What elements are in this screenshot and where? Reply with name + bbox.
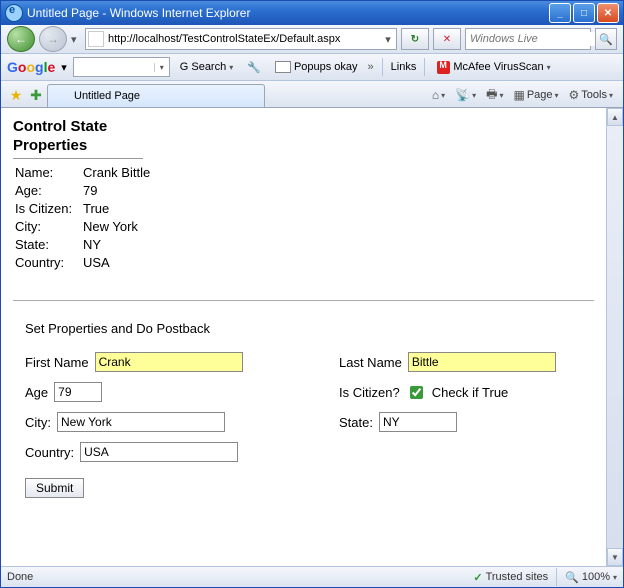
heading-properties: Properties bbox=[13, 137, 594, 154]
google-logo: Google bbox=[7, 59, 55, 75]
page-menu[interactable]: ▦Page▾ bbox=[509, 85, 562, 105]
citizen-checkbox[interactable] bbox=[410, 386, 423, 399]
submit-button[interactable]: Submit bbox=[25, 478, 84, 498]
gear-icon: ⚙ bbox=[569, 88, 580, 102]
prop-value: NY bbox=[83, 237, 101, 252]
section-divider bbox=[13, 300, 594, 301]
maximize-button[interactable]: □ bbox=[573, 3, 595, 23]
postback-form: First Name Last Name Age Is Citizen? Che… bbox=[25, 352, 594, 498]
page-content: Control State Properties Name:Crank Bitt… bbox=[1, 108, 606, 566]
title-bar: Untitled Page - Windows Internet Explore… bbox=[1, 1, 623, 25]
status-text: Done bbox=[7, 571, 33, 583]
print-button[interactable]: 🖶▾ bbox=[482, 85, 507, 105]
heading-divider bbox=[13, 158, 143, 159]
tools-menu[interactable]: ⚙Tools▾ bbox=[565, 85, 617, 105]
mcafee-button[interactable]: McAfee VirusScan ▾ bbox=[433, 57, 554, 77]
links-menu[interactable]: Links bbox=[391, 61, 417, 73]
lastname-label: Last Name bbox=[339, 355, 402, 370]
google-search-input[interactable]: ▾ bbox=[73, 57, 170, 77]
search-input[interactable] bbox=[468, 32, 615, 46]
country-label: Country: bbox=[25, 445, 74, 460]
tab-active[interactable]: Untitled Page bbox=[47, 84, 265, 107]
age-input[interactable] bbox=[54, 382, 102, 402]
search-box[interactable] bbox=[465, 28, 591, 50]
home-icon: ⌂ bbox=[432, 88, 439, 102]
ie-icon bbox=[5, 4, 23, 22]
firstname-input[interactable] bbox=[95, 352, 243, 372]
prop-label: Name: bbox=[15, 165, 83, 180]
prop-value: New York bbox=[83, 219, 138, 234]
feeds-button[interactable]: 📡▾ bbox=[451, 85, 480, 105]
state-input[interactable] bbox=[379, 412, 457, 432]
city-label: City: bbox=[25, 415, 51, 430]
vertical-scrollbar[interactable]: ▲ ▼ bbox=[606, 108, 623, 566]
prop-value: True bbox=[83, 201, 109, 216]
forward-button[interactable]: → bbox=[39, 26, 67, 52]
prop-label: Country: bbox=[15, 255, 83, 270]
city-input[interactable] bbox=[57, 412, 225, 432]
navigation-bar: ← → ▾ ▾ ↻ ✕ 🔍 bbox=[1, 25, 623, 54]
prop-label: Is Citizen: bbox=[15, 201, 83, 216]
lastname-input[interactable] bbox=[408, 352, 556, 372]
favorites-icon[interactable]: ★ bbox=[7, 86, 25, 104]
check-icon: ✓ bbox=[473, 571, 482, 584]
status-bar: Done ✓Trusted sites 🔍100%▾ bbox=[1, 566, 623, 587]
home-button[interactable]: ⌂▾ bbox=[428, 85, 449, 105]
prop-label: State: bbox=[15, 237, 83, 252]
scroll-track[interactable] bbox=[607, 126, 623, 548]
print-icon: 🖶 bbox=[486, 85, 497, 106]
google-toolbar: Google▾ ▾ G Search ▾ 🔧 Popups okay » Lin… bbox=[1, 54, 623, 81]
close-button[interactable]: ✕ bbox=[597, 3, 619, 23]
browser-window: Untitled Page - Windows Internet Explore… bbox=[0, 0, 624, 588]
google-search-button[interactable]: G Search ▾ bbox=[176, 57, 237, 77]
prop-value: Crank Bittle bbox=[83, 165, 150, 180]
stop-button[interactable]: ✕ bbox=[433, 28, 461, 50]
refresh-button[interactable]: ↻ bbox=[401, 28, 429, 50]
page-icon: ▦ bbox=[513, 88, 524, 102]
properties-list: Name:Crank Bittle Age:79 Is Citizen:True… bbox=[15, 165, 594, 270]
age-label: Age bbox=[25, 385, 48, 400]
add-favorites-icon[interactable]: ✚ bbox=[27, 86, 45, 104]
google-search-icon: G bbox=[180, 61, 189, 73]
google-settings-icon[interactable]: 🔧 bbox=[243, 57, 265, 77]
popup-icon bbox=[275, 61, 291, 73]
firstname-label: First Name bbox=[25, 355, 89, 370]
prop-value: 79 bbox=[83, 183, 97, 198]
rss-icon: 📡 bbox=[455, 88, 470, 102]
tab-bar: ★ ✚ Untitled Page ⌂▾ 📡▾ 🖶▾ ▦Page▾ ⚙Tools… bbox=[1, 81, 623, 108]
citizen-label: Is Citizen? bbox=[339, 385, 400, 400]
scroll-down-button[interactable]: ▼ bbox=[607, 548, 623, 566]
search-button[interactable]: 🔍 bbox=[595, 28, 617, 50]
prop-label: City: bbox=[15, 219, 83, 234]
minimize-button[interactable]: _ bbox=[549, 3, 571, 23]
nav-history-dropdown[interactable]: ▾ bbox=[71, 33, 81, 46]
zoom-icon: 🔍 bbox=[565, 571, 579, 584]
tab-label: Untitled Page bbox=[74, 90, 140, 102]
scroll-up-button[interactable]: ▲ bbox=[607, 108, 623, 126]
prop-value: USA bbox=[83, 255, 110, 270]
back-button[interactable]: ← bbox=[7, 26, 35, 52]
mcafee-icon bbox=[437, 61, 450, 74]
form-title: Set Properties and Do Postback bbox=[25, 321, 594, 336]
address-dropdown[interactable]: ▾ bbox=[382, 33, 394, 46]
page-icon bbox=[88, 31, 104, 47]
popups-button[interactable]: Popups okay bbox=[271, 57, 362, 77]
security-zone[interactable]: ✓Trusted sites bbox=[473, 571, 548, 584]
heading-control-state: Control State bbox=[13, 118, 594, 135]
state-label: State: bbox=[339, 415, 373, 430]
url-input[interactable] bbox=[106, 30, 382, 48]
zoom-control[interactable]: 🔍100%▾ bbox=[565, 571, 617, 584]
more-icon[interactable]: » bbox=[368, 61, 374, 73]
ie-icon bbox=[56, 89, 70, 103]
address-bar[interactable]: ▾ bbox=[85, 28, 397, 50]
citizen-check-label: Check if True bbox=[432, 385, 509, 400]
country-input[interactable] bbox=[80, 442, 238, 462]
prop-label: Age: bbox=[15, 183, 83, 198]
window-title: Untitled Page - Windows Internet Explore… bbox=[27, 6, 549, 20]
